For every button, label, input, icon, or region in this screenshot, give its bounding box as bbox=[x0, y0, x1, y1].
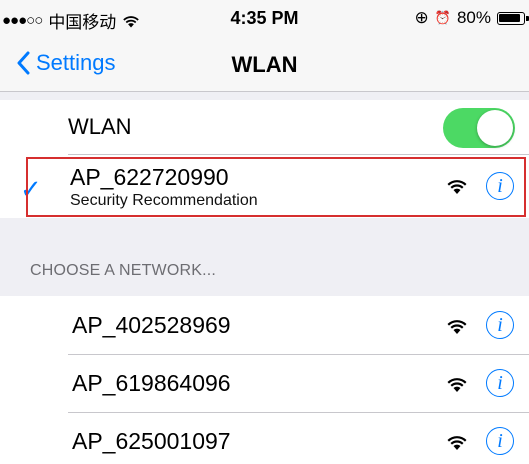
wifi-signal-icon bbox=[447, 378, 467, 392]
wifi-signal-icon bbox=[447, 436, 467, 450]
row-divider bbox=[68, 412, 529, 413]
checkmark-icon: ✓ bbox=[20, 174, 42, 204]
toggle-knob bbox=[477, 110, 513, 146]
network-name: AP_402528969 bbox=[72, 312, 231, 338]
row-divider bbox=[68, 154, 529, 155]
wlan-toggle-row: WLAN bbox=[0, 100, 529, 154]
battery-percent: 80% bbox=[456, 8, 491, 27]
network-name: AP_619864096 bbox=[72, 370, 231, 396]
page-title: WLAN bbox=[231, 52, 298, 77]
network-row[interactable]: AP_619864096 i bbox=[0, 354, 529, 412]
info-icon[interactable]: i bbox=[486, 311, 514, 339]
security-recommendation-label: Security Recommendation bbox=[70, 192, 258, 209]
section-header: CHOOSE A NETWORK... bbox=[30, 262, 217, 279]
network-name: AP_625001097 bbox=[72, 428, 231, 454]
network-row[interactable]: AP_402528969 i bbox=[0, 296, 529, 354]
status-bar: ●●●○○ 中国移动 4:35 PM ⊕ ⏰ 80% bbox=[0, 0, 529, 40]
wlan-label: WLAN bbox=[68, 114, 132, 139]
navigation-bar: Settings WLAN bbox=[0, 40, 529, 92]
alarm-icon: ⏰ bbox=[434, 10, 451, 25]
rotation-lock-icon: ⊕ bbox=[414, 8, 429, 27]
connected-network-row[interactable]: ✓ AP_622720990 Security Recommendation i bbox=[0, 154, 529, 218]
row-divider bbox=[68, 354, 529, 355]
info-icon[interactable]: i bbox=[486, 369, 514, 397]
info-icon[interactable]: i bbox=[486, 427, 514, 455]
info-icon[interactable]: i bbox=[486, 172, 514, 200]
wifi-signal-icon bbox=[447, 180, 467, 194]
status-right: ⊕ ⏰ 80% bbox=[414, 8, 529, 28]
wifi-signal-icon bbox=[447, 320, 467, 334]
connected-network-name: AP_622720990 bbox=[70, 164, 229, 190]
wlan-toggle-switch[interactable] bbox=[443, 108, 515, 148]
battery-icon bbox=[497, 11, 529, 25]
network-row[interactable]: AP_625001097 i bbox=[0, 412, 529, 464]
